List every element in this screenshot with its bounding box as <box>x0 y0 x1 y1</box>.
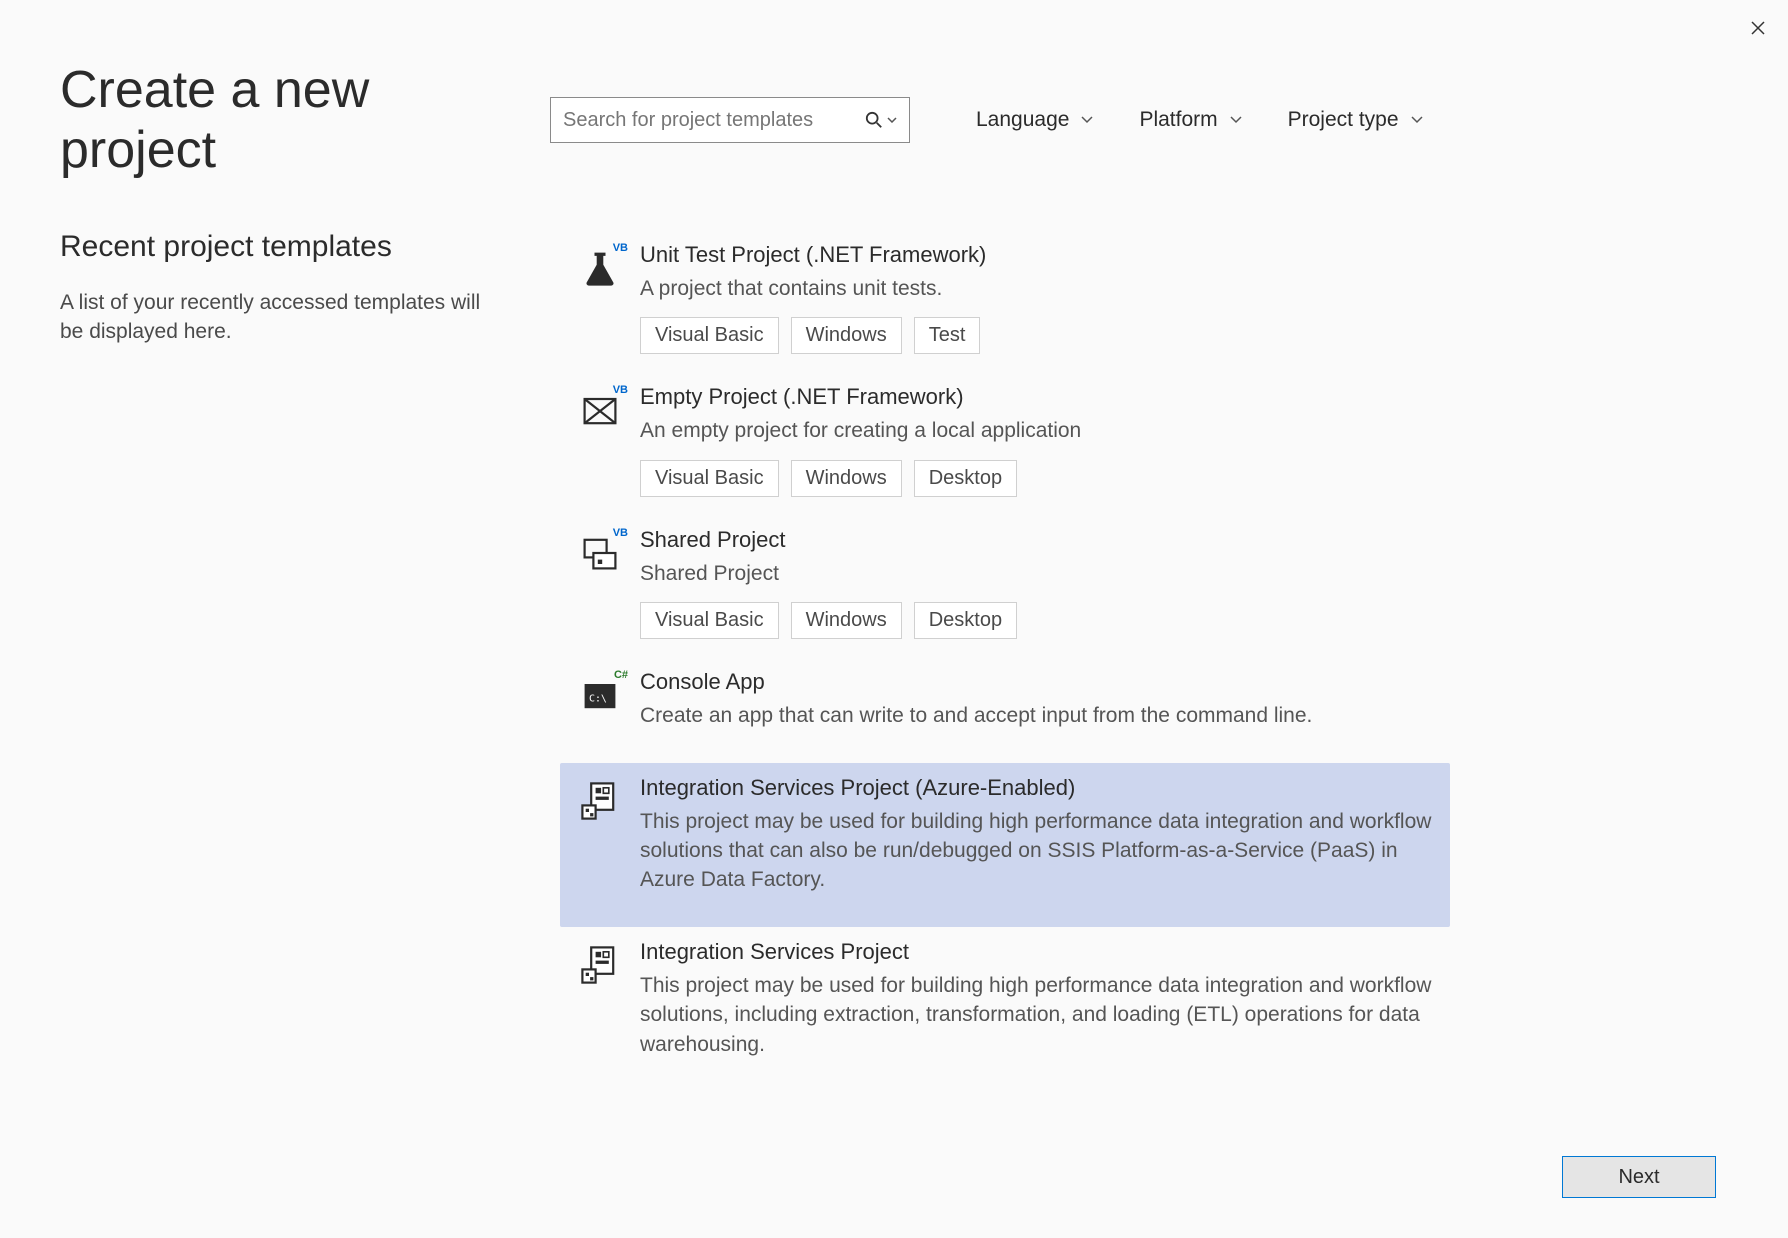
flask-vb-icon: VB <box>578 246 622 290</box>
template-title: Unit Test Project (.NET Framework) <box>640 242 1432 268</box>
template-title: Console App <box>640 669 1432 695</box>
close-button[interactable] <box>1746 16 1770 40</box>
search-input[interactable] <box>563 109 865 132</box>
template-tag: Desktop <box>914 460 1017 497</box>
template-item[interactable]: C:\C# Console App Create an app that can w… <box>560 657 1450 762</box>
recent-panel: Recent project templates A list of your … <box>60 230 500 1091</box>
template-tag: Desktop <box>914 602 1017 639</box>
template-body: Empty Project (.NET Framework) An empty p… <box>640 384 1432 496</box>
close-icon <box>1750 20 1766 36</box>
chevron-down-icon <box>1411 116 1423 124</box>
filter-language-label: Language <box>976 108 1069 132</box>
chevron-down-icon <box>1230 116 1242 124</box>
template-tag: Visual Basic <box>640 317 779 354</box>
search-icon <box>865 111 883 129</box>
search-button[interactable] <box>865 111 897 129</box>
template-item[interactable]: VB Shared Project Shared Project Visual Bas… <box>560 515 1450 657</box>
template-item[interactable]: VB Empty Project (.NET Framework) An empty… <box>560 372 1450 514</box>
template-item[interactable]: VB Unit Test Project (.NET Framework) A pr… <box>560 230 1450 372</box>
chevron-down-icon <box>1081 116 1093 124</box>
template-title: Integration Services Project (Azure-Enab… <box>640 775 1432 801</box>
template-title: Empty Project (.NET Framework) <box>640 384 1432 410</box>
template-description: Create an app that can write to and acce… <box>640 701 1432 730</box>
ssis-icon <box>578 943 622 987</box>
template-body: Unit Test Project (.NET Framework) A proj… <box>640 242 1432 354</box>
empty-vb-icon: VB <box>578 388 622 432</box>
template-body: Console App Create an app that can write … <box>640 669 1432 744</box>
filter-platform[interactable]: Platform <box>1139 108 1241 132</box>
filter-project-type[interactable]: Project type <box>1288 108 1423 132</box>
template-list: VB Unit Test Project (.NET Framework) A pr… <box>560 230 1450 1091</box>
template-description: An empty project for creating a local ap… <box>640 416 1432 445</box>
console-cs-icon: C:\C# <box>578 673 622 717</box>
template-body: Shared Project Shared Project Visual Basic… <box>640 527 1432 639</box>
template-title: Shared Project <box>640 527 1432 553</box>
template-description: A project that contains unit tests. <box>640 274 1432 303</box>
recent-title: Recent project templates <box>60 230 500 264</box>
template-item[interactable]: Integration Services Project This project… <box>560 927 1450 1091</box>
template-tag: Visual Basic <box>640 460 779 497</box>
template-tag: Windows <box>791 602 902 639</box>
page-title: Create a new project <box>60 60 520 180</box>
filter-language[interactable]: Language <box>976 108 1093 132</box>
svg-text:C:\: C:\ <box>589 694 607 705</box>
template-body: Integration Services Project (Azure-Enab… <box>640 775 1432 909</box>
filter-platform-label: Platform <box>1139 108 1217 132</box>
ssis-icon <box>578 779 622 823</box>
recent-description: A list of your recently accessed templat… <box>60 288 500 347</box>
template-tag: Windows <box>791 317 902 354</box>
chevron-down-icon <box>887 117 897 123</box>
template-description: This project may be used for building hi… <box>640 971 1432 1059</box>
search-container <box>550 97 910 143</box>
template-description: This project may be used for building hi… <box>640 807 1432 895</box>
template-tags: Visual Basic Windows Desktop <box>640 602 1432 639</box>
template-tag: Visual Basic <box>640 602 779 639</box>
template-item[interactable]: Integration Services Project (Azure-Enab… <box>560 763 1450 927</box>
next-button[interactable]: Next <box>1562 1156 1716 1198</box>
shared-vb-icon: VB <box>578 531 622 575</box>
template-description: Shared Project <box>640 559 1432 588</box>
template-title: Integration Services Project <box>640 939 1432 965</box>
template-tags: Visual Basic Windows Desktop <box>640 460 1432 497</box>
template-tags: Visual Basic Windows Test <box>640 317 1432 354</box>
template-tag: Test <box>914 317 981 354</box>
template-body: Integration Services Project This project… <box>640 939 1432 1073</box>
filter-bar: Language Platform Project type <box>976 108 1423 132</box>
template-tag: Windows <box>791 460 902 497</box>
filter-project-type-label: Project type <box>1288 108 1399 132</box>
